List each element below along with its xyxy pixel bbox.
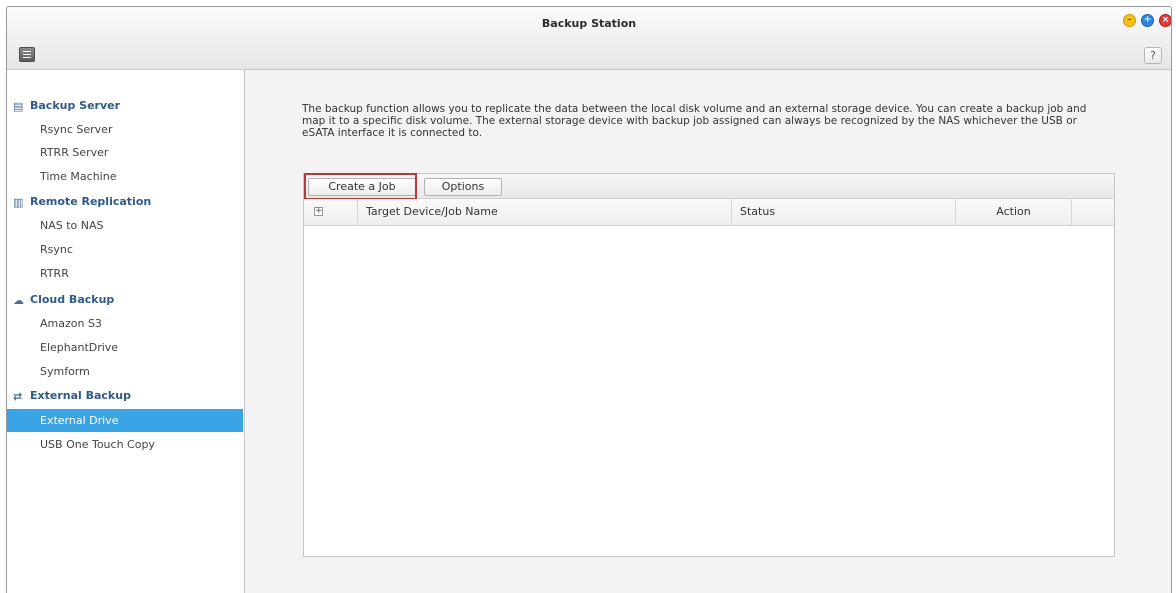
sidebar-item-usb-one-touch-copy[interactable]: USB One Touch Copy xyxy=(7,433,243,456)
sidebar-item-external-drive[interactable]: External Drive xyxy=(7,409,243,432)
group-cloud-backup: ☁ Cloud Backup xyxy=(13,290,114,310)
sidebar-item-elephantdrive[interactable]: ElephantDrive xyxy=(7,336,243,359)
replication-icon: ▥ xyxy=(13,196,24,209)
job-panel: Create a Job Options + Target Device/Job… xyxy=(303,173,1115,557)
title-bar: Backup Station – + × ? xyxy=(7,7,1171,70)
column-filler xyxy=(1072,199,1114,225)
sidebar-item-time-machine[interactable]: Time Machine xyxy=(7,165,243,188)
column-target-device[interactable]: Target Device/Job Name xyxy=(358,199,732,225)
expand-all-icon[interactable]: + xyxy=(314,207,323,216)
group-title-label: Remote Replication xyxy=(30,195,152,208)
sidebar-item-rtrr[interactable]: RTRR xyxy=(7,262,243,285)
sidebar-item-rsync-server[interactable]: Rsync Server xyxy=(7,118,243,141)
server-icon: ▤ xyxy=(13,100,24,113)
job-toolbar: Create a Job Options xyxy=(304,173,1114,200)
sidebar-item-rsync[interactable]: Rsync xyxy=(7,238,243,261)
options-button[interactable]: Options xyxy=(424,178,502,196)
maximize-icon[interactable]: + xyxy=(1141,14,1154,27)
menu-icon[interactable] xyxy=(19,47,35,62)
table-header: + Target Device/Job Name Status Action xyxy=(304,199,1114,226)
backup-station-window: Backup Station – + × ? ▤ Backup Server Rs… xyxy=(6,6,1172,593)
group-backup-server: ▤ Backup Server xyxy=(13,96,120,116)
sidebar-item-nas-to-nas[interactable]: NAS to NAS xyxy=(7,214,243,237)
cloud-icon: ☁ xyxy=(13,294,24,307)
help-button[interactable]: ? xyxy=(1144,47,1162,64)
group-title-label: Backup Server xyxy=(30,99,121,112)
window-title: Backup Station xyxy=(541,17,637,30)
sidebar-item-amazon-s3[interactable]: Amazon S3 xyxy=(7,312,243,335)
sidebar-item-symform[interactable]: Symform xyxy=(7,360,243,383)
column-status[interactable]: Status xyxy=(732,199,956,225)
group-external-backup: ⇄ External Backup xyxy=(13,386,131,406)
group-title-label: External Backup xyxy=(30,389,131,402)
create-job-button[interactable]: Create a Job xyxy=(308,178,416,196)
group-remote-replication: ▥ Remote Replication xyxy=(13,192,151,212)
sidebar-item-rtrr-server[interactable]: RTRR Server xyxy=(7,141,243,164)
close-icon[interactable]: × xyxy=(1159,14,1171,27)
main-content: The backup function allows you to replic… xyxy=(245,70,1171,593)
group-title-label: Cloud Backup xyxy=(30,293,115,306)
sync-icon: ⇄ xyxy=(13,390,23,403)
description-text: The backup function allows you to replic… xyxy=(302,103,1087,139)
sidebar: ▤ Backup Server Rsync Server RTRR Server … xyxy=(7,70,245,593)
minimize-icon[interactable]: – xyxy=(1123,14,1136,27)
column-action[interactable]: Action xyxy=(956,199,1072,225)
column-expand: + xyxy=(304,199,358,225)
